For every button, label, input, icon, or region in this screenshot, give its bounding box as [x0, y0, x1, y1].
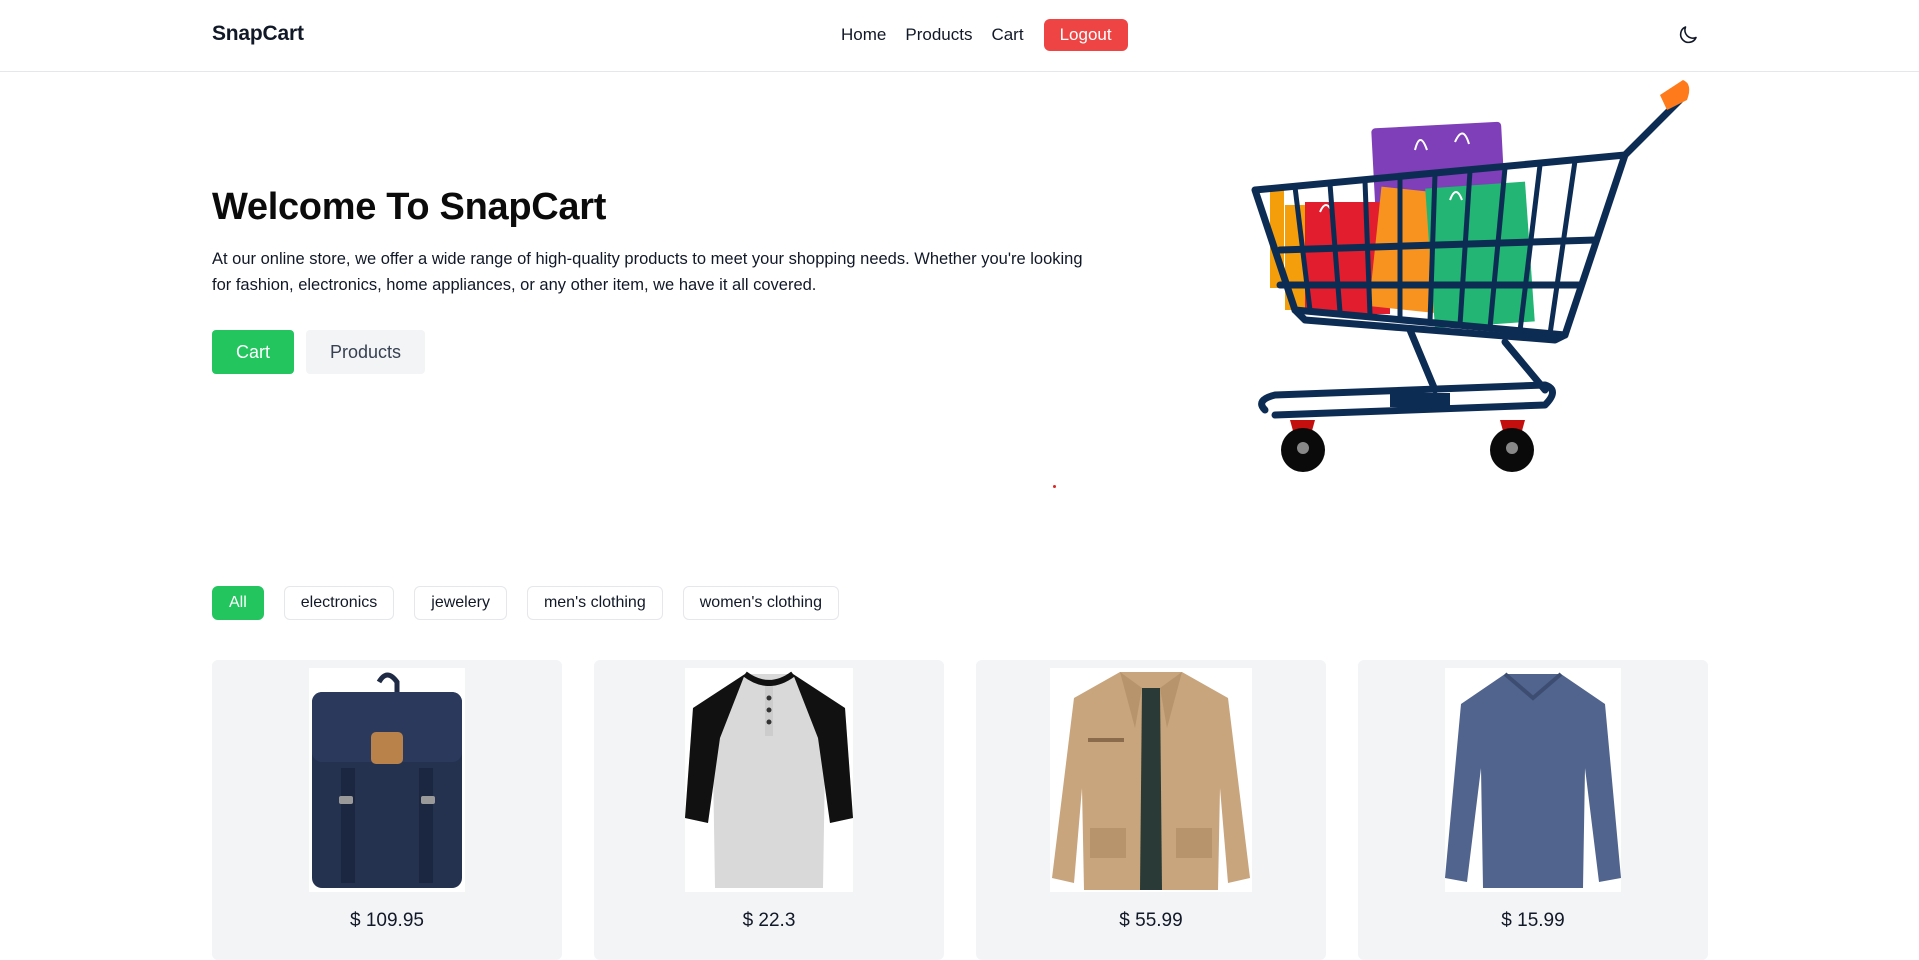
category-filters: All electronics jewelery men's clothing … — [212, 586, 839, 620]
filter-mens-clothing[interactable]: men's clothing — [526, 586, 663, 620]
product-grid: $ 109.95 $ 22.3 $ 55.99 $ 15.99 — [212, 660, 1708, 960]
hero-description: At our online store, we offer a wide ran… — [212, 250, 1083, 294]
filter-womens-clothing[interactable]: women's clothing — [682, 586, 839, 620]
hero-title: Welcome To SnapCart — [212, 186, 607, 228]
henley-shirt-image — [685, 668, 853, 892]
hero-products-button[interactable]: Products — [306, 330, 426, 374]
backpack-image — [309, 668, 465, 892]
moon-icon[interactable] — [1676, 23, 1700, 47]
product-card[interactable]: $ 55.99 — [976, 660, 1326, 960]
navbar: SnapCart Home Products Cart Logout — [0, 0, 1919, 72]
product-card[interactable]: $ 22.3 — [594, 660, 944, 960]
nav-links: Home Products Cart Logout — [841, 19, 1128, 51]
hero-cart-button[interactable]: Cart — [212, 330, 295, 374]
indicator-dot — [1053, 485, 1056, 488]
hero-buttons: Cart Products — [212, 330, 426, 374]
logout-button[interactable]: Logout — [1043, 19, 1128, 51]
long-sleeve-shirt-image — [1445, 668, 1621, 892]
filter-electronics[interactable]: electronics — [283, 586, 395, 620]
product-card[interactable]: $ 15.99 — [1358, 660, 1708, 960]
product-card[interactable]: $ 109.95 — [212, 660, 562, 960]
nav-link-products[interactable]: Products — [905, 25, 972, 45]
nav-link-home[interactable]: Home — [841, 25, 886, 45]
filter-all[interactable]: All — [212, 586, 264, 620]
nav-link-cart[interactable]: Cart — [991, 25, 1023, 45]
jacket-image — [1050, 668, 1252, 892]
filter-jewelery[interactable]: jewelery — [414, 586, 507, 620]
product-price: $ 109.95 — [350, 910, 424, 931]
product-price: $ 22.3 — [742, 910, 796, 931]
product-price: $ 15.99 — [1501, 910, 1565, 931]
product-price: $ 55.99 — [1119, 910, 1183, 931]
shopping-cart-illustration — [1235, 70, 1695, 485]
brand-logo[interactable]: SnapCart — [212, 22, 304, 46]
